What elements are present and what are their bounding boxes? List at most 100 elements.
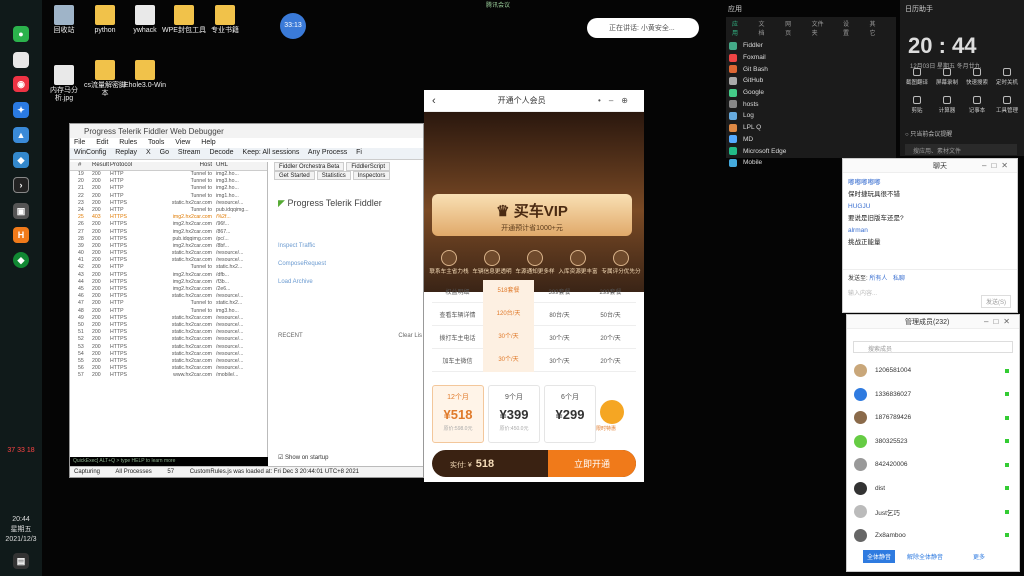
unmute-all-button[interactable]: 解除全体静音 xyxy=(903,550,947,563)
session-row[interactable]: 48 200 HTTP Tunnel to img3.ho... xyxy=(70,308,267,315)
col-result[interactable]: Result xyxy=(92,162,110,170)
col-url[interactable]: URL xyxy=(216,162,266,170)
session-row[interactable]: 49 200 HTTPS static.hx2car.com/resource/... xyxy=(70,315,267,322)
tab-other[interactable]: 其它 xyxy=(869,19,879,37)
session-row[interactable]: 52 200 HTTPS static.hx2car.com/resource/... xyxy=(70,336,267,343)
action-tool-manager[interactable]: 工具管理 xyxy=(994,96,1020,114)
keep-sessions-select[interactable]: Keep: All sessions xyxy=(243,149,300,156)
chrome-icon[interactable]: ◉ xyxy=(13,76,29,92)
go-button[interactable]: Go xyxy=(160,149,169,156)
show-startup-checkbox[interactable]: ☑ Show on startup xyxy=(278,454,328,461)
session-row[interactable]: 24 200 HTTP Tunnel to pub.idqqimg... xyxy=(70,207,267,214)
session-row[interactable]: 57 200 HTTPS www.hx2car.com/mobile/... xyxy=(70,372,267,379)
session-row[interactable]: 44 200 HTTPS img2.hx2car.com/f3b... xyxy=(70,279,267,286)
action-screen-record[interactable]: 屏幕录制 xyxy=(934,68,960,86)
plan-9-months[interactable]: 9个月 ¥399 原价:450.0元 xyxy=(488,385,540,443)
tab-folders[interactable]: 文件夹 xyxy=(812,19,826,37)
tool-icon[interactable]: ✦ xyxy=(13,102,29,118)
link-compose-request[interactable]: ComposeRequest xyxy=(278,255,424,273)
meeting-icon[interactable]: ▲ xyxy=(13,127,29,143)
back-icon[interactable]: ‹ xyxy=(432,95,436,107)
action-clip[interactable]: 剪贴 xyxy=(904,96,930,114)
browser-icon[interactable]: ◆ xyxy=(13,152,29,168)
session-row[interactable]: 45 200 HTTPS img2.hx2car.com/2e6... xyxy=(70,286,267,293)
session-row[interactable]: 20 200 HTTP Tunnel to img3.ho... xyxy=(70,178,267,185)
any-process-button[interactable]: Any Process xyxy=(308,149,347,156)
capturing-status[interactable]: Capturing xyxy=(74,469,100,475)
tab-settings[interactable]: 设置 xyxy=(843,19,853,37)
member-item[interactable]: Just乞巧 xyxy=(847,500,1019,524)
session-row[interactable]: 56 200 HTTPS static.hx2car.com/resource/... xyxy=(70,365,267,372)
session-row[interactable]: 21 200 HTTP Tunnel to img2.ho... xyxy=(70,185,267,192)
session-row[interactable]: 53 200 HTTPS static.hx2car.com/resource/... xyxy=(70,344,267,351)
session-row[interactable]: 40 200 HTTPS static.hx2car.com/resource/... xyxy=(70,250,267,257)
link-load-archive[interactable]: Load Archive xyxy=(278,273,424,291)
member-item[interactable]: 1876789426 xyxy=(847,406,1019,430)
stream-button[interactable]: Stream xyxy=(178,149,201,156)
replay-button[interactable]: Replay xyxy=(115,149,137,156)
tab-inspectors[interactable]: Inspectors xyxy=(352,171,391,180)
private-chat-toggle[interactable]: 私聊 xyxy=(893,276,905,282)
window-buttons-icon[interactable]: –□✕ xyxy=(982,161,1017,170)
send-button[interactable]: 发送(S) xyxy=(981,295,1011,308)
action-screenshot-translate[interactable]: 截图翻译 xyxy=(904,68,930,86)
col-protocol[interactable]: Protocol xyxy=(110,162,138,170)
member-item[interactable]: 1206581004 xyxy=(847,359,1019,383)
link-inspect-traffic[interactable]: Inspect Traffic xyxy=(278,237,424,255)
app-list-item[interactable]: Microsoft Edge xyxy=(726,145,896,157)
app-icon[interactable] xyxy=(13,52,29,68)
menu-file[interactable]: File xyxy=(74,139,85,146)
meeting-timer[interactable]: 33:13 xyxy=(280,13,306,39)
action-notepad[interactable]: 记事本 xyxy=(964,96,990,114)
window-controls-icon[interactable]: •–⊕ xyxy=(598,96,636,105)
menu-rules[interactable]: Rules xyxy=(119,139,137,146)
desktop-icon-memory-jpg[interactable]: 内存马分析.jpg xyxy=(41,65,87,103)
meeting-reminder-toggle[interactable]: ○ 只当前会议提醒 xyxy=(905,129,952,138)
plan-12-months[interactable]: 12个月 ¥518 原价:598.0元 xyxy=(432,385,484,443)
action-shutdown[interactable]: 定时关机 xyxy=(994,68,1020,86)
mascot-icon[interactable] xyxy=(600,400,624,424)
more-button[interactable]: 更多 xyxy=(969,550,989,563)
app-list-item[interactable]: Google xyxy=(726,87,896,99)
col-host[interactable]: Host xyxy=(138,162,216,170)
menu-view[interactable]: View xyxy=(175,139,190,146)
desktop-icon-wpe[interactable]: WPE封包工具 xyxy=(161,5,207,35)
decode-button[interactable]: Decode xyxy=(209,149,233,156)
session-row[interactable]: 50 200 HTTPS static.hx2car.com/resource/... xyxy=(70,322,267,329)
wechat-icon[interactable]: ● xyxy=(13,26,29,42)
green-app-icon[interactable]: ◆ xyxy=(13,252,29,268)
tab-statistics[interactable]: Statistics xyxy=(316,171,351,180)
app-list-item[interactable]: hosts xyxy=(726,98,896,110)
app-list-item[interactable]: MD xyxy=(726,134,896,146)
session-row[interactable]: 43 200 HTTPS img2.hx2car.com/dfb... xyxy=(70,272,267,279)
session-row[interactable]: 46 200 HTTPS static.hx2car.com/resource/... xyxy=(70,293,267,300)
notification-icon[interactable]: ▤ xyxy=(13,553,29,569)
remove-button[interactable]: X xyxy=(146,149,151,156)
desktop-icon-recycle-bin[interactable]: 回收站 xyxy=(41,5,87,35)
session-row[interactable]: 42 200 HTTP Tunnel to static.hx2... xyxy=(70,264,267,271)
window-buttons-icon[interactable]: –□✕ xyxy=(984,317,1019,326)
session-row[interactable]: 47 200 HTTP Tunnel to static.hx2... xyxy=(70,300,267,307)
action-calculator[interactable]: 计算器 xyxy=(934,96,960,114)
plan-6-months[interactable]: 6个月 ¥299 xyxy=(544,385,596,443)
tab-get-started[interactable]: Get Started xyxy=(274,171,315,180)
session-row[interactable]: 22 200 HTTP Tunnel to img1.ho... xyxy=(70,193,267,200)
app-list-item[interactable]: LPL Q xyxy=(726,122,896,134)
menu-help[interactable]: Help xyxy=(201,139,215,146)
member-item[interactable]: 842420006 xyxy=(847,453,1019,477)
action-quick-search[interactable]: 快速搜索 xyxy=(964,68,990,86)
quickexec-input[interactable]: QuickExec] ALT+Q > type HELP to learn mo… xyxy=(70,457,268,466)
hx-app-icon[interactable]: H xyxy=(13,227,29,243)
terminal-icon[interactable]: › xyxy=(13,177,29,193)
session-row[interactable]: 19 200 HTTP Tunnel to img2.ho... xyxy=(70,171,267,178)
open-now-button[interactable]: 立即开通 xyxy=(548,450,636,477)
session-list[interactable]: # Result Protocol Host URL 19 200 HTTP Tunn… xyxy=(70,162,268,466)
app-list-item[interactable]: Foxmail xyxy=(726,52,896,64)
desktop-icon-ehole[interactable]: Ehole3.0-Win xyxy=(122,60,168,90)
session-row[interactable]: 51 200 HTTPS static.hx2car.com/resource/... xyxy=(70,329,267,336)
member-item[interactable]: Zx8amboo xyxy=(847,524,1019,548)
menu-tools[interactable]: Tools xyxy=(148,139,164,146)
send-to-select[interactable]: 所有人 xyxy=(869,276,887,282)
assistant-search-input[interactable]: 搜应用、素材文件 xyxy=(905,144,1017,155)
col-number[interactable]: # xyxy=(70,162,92,170)
